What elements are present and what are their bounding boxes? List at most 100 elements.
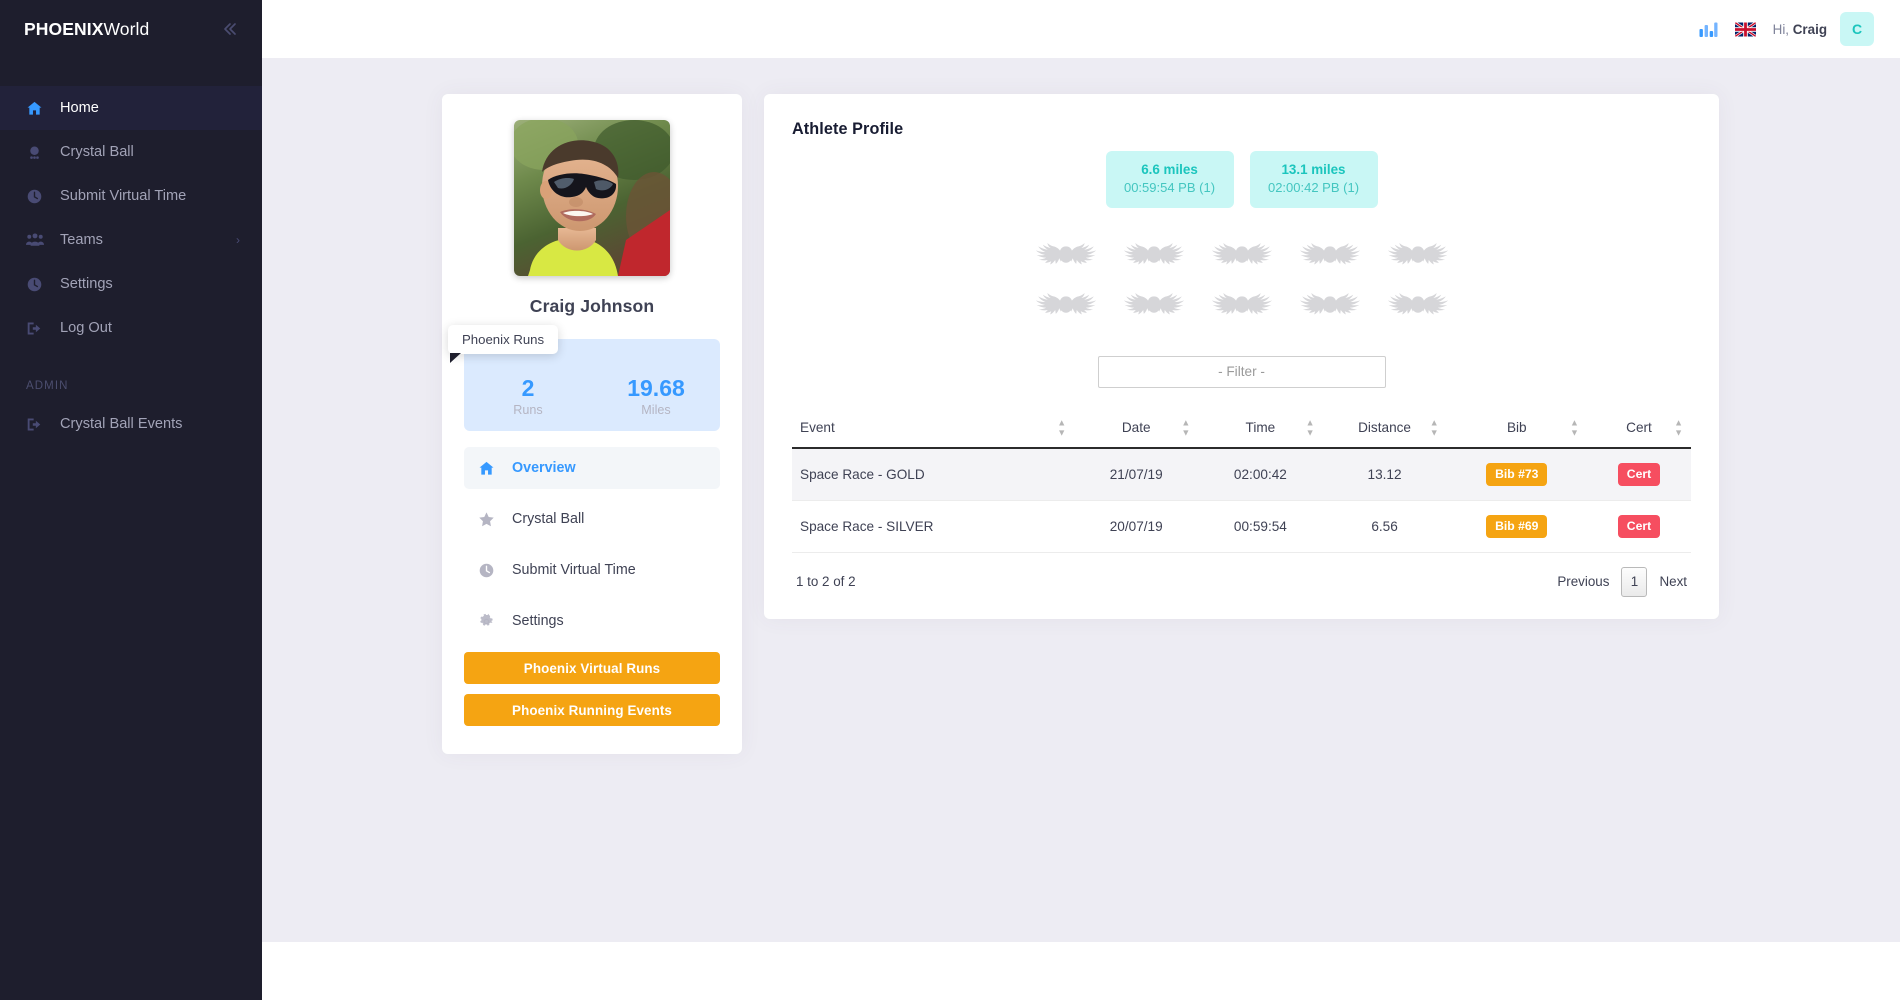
athlete-name: Craig Johnson (529, 296, 655, 316)
brand-bold: PHOENIX (24, 18, 104, 39)
pb-distance: 13.1 miles (1281, 162, 1346, 177)
col-header-bib[interactable]: Bib ▲ ▼ (1446, 409, 1587, 449)
pb-badge[interactable]: 6.6 miles 00:59:54 PB (1) (1105, 151, 1234, 208)
col-header-cert[interactable]: Cert ▲ ▼ (1586, 409, 1691, 449)
greeting: Hi, Craig C (1773, 12, 1874, 46)
pb-badge-list: 6.6 miles 00:59:54 PB (1) 13.1 miles 02:… (792, 151, 1691, 208)
col-header-distance[interactable]: Distance ▲ ▼ (1322, 409, 1447, 449)
sidebar-item-crystal-ball[interactable]: Crystal Ball (0, 130, 262, 174)
phoenix-badge[interactable] (1208, 284, 1276, 328)
table-body: Space Race - GOLD 21/07/19 02:00:42 13.1… (792, 447, 1691, 553)
table-row[interactable]: Space Race - GOLD 21/07/19 02:00:42 13.1… (792, 447, 1691, 501)
pager-info: 1 to 2 of 2 (796, 574, 856, 590)
sort-icon: ▲ ▼ (1570, 417, 1579, 438)
phoenix-wings-icon (1123, 292, 1184, 317)
col-header-label: Date (1121, 419, 1151, 435)
chevrons-left-icon[interactable] (220, 19, 240, 39)
col-header-label: Bib (1506, 419, 1527, 435)
phoenix-wings-icon (1123, 242, 1184, 267)
cell-date: 20/07/19 (1074, 500, 1199, 553)
cell-date: 21/07/19 (1074, 447, 1199, 501)
sidebar-item-log-out[interactable]: Log Out (0, 306, 262, 350)
sidebar-item-label: Teams (60, 232, 103, 248)
phoenix-wings-icon (1387, 292, 1448, 317)
star-icon (478, 511, 504, 528)
stat-value: 2 (521, 374, 535, 401)
greeting-name: Craig (1792, 21, 1827, 37)
profile-menu-label: Settings (512, 613, 564, 629)
col-header-label: Cert (1626, 419, 1652, 435)
table-header-row: Event ▲ ▼ Date ▲ ▼ Time ▲ ▼ Distance ▲ ▼… (792, 409, 1691, 449)
sidebar-item-label: Log Out (60, 320, 112, 336)
crystal-ball-icon (26, 144, 52, 161)
search-input[interactable] (1097, 355, 1386, 388)
profile-menu-item-submit-virtual-time[interactable]: Submit Virtual Time (464, 549, 720, 591)
bib-badge[interactable]: Bib #69 (1486, 514, 1548, 538)
sidebar-item-teams[interactable]: Teams › (0, 218, 262, 262)
pagination: Previous 1 Next (1557, 566, 1687, 597)
phoenix-badge[interactable] (1032, 234, 1100, 278)
results-table: Event ▲ ▼ Date ▲ ▼ Time ▲ ▼ Distance ▲ ▼… (792, 409, 1691, 553)
sidebar-item-label: Settings (60, 276, 113, 292)
sidebar-item-submit-virtual-time[interactable]: Submit Virtual Time (0, 174, 262, 218)
col-header-time[interactable]: Time ▲ ▼ (1198, 409, 1323, 449)
profile-menu-item-crystal-ball[interactable]: Crystal Ball (464, 498, 720, 540)
profile-menu-item-settings[interactable]: Settings (464, 600, 720, 642)
pagination-page-1[interactable]: 1 (1621, 566, 1648, 597)
sidebar: PHOENIXWorld Home Crystal Ball Submit Vi… (0, 0, 262, 1000)
sidebar-item-home[interactable]: Home (0, 86, 262, 130)
avatar[interactable]: C (1840, 12, 1874, 46)
pb-distance: 6.6 miles (1141, 162, 1198, 177)
bib-badge[interactable]: Bib #73 (1486, 462, 1548, 486)
phoenix-badge[interactable] (1384, 234, 1452, 278)
cert-badge[interactable]: Cert (1617, 514, 1661, 538)
sidebar-item-label: Crystal Ball Events (60, 416, 183, 432)
sort-icon: ▲ ▼ (1674, 417, 1683, 438)
users-icon (26, 231, 52, 249)
app-root: PHOENIXWorld Home Crystal Ball Submit Vi… (0, 0, 1900, 1000)
col-header-label: Distance (1358, 419, 1411, 435)
stat-label: Miles (641, 403, 671, 417)
pagination-previous[interactable]: Previous (1557, 574, 1609, 589)
uk-flag-icon[interactable] (1734, 21, 1756, 37)
phoenix-badge[interactable] (1384, 284, 1452, 328)
phoenix-badge[interactable] (1296, 284, 1364, 328)
phoenix-wings-icon (1035, 292, 1096, 317)
col-header-date[interactable]: Date ▲ ▼ (1074, 409, 1199, 449)
phoenix-virtual-runs-button[interactable]: Phoenix Virtual Runs (464, 652, 720, 684)
phoenix-badge[interactable] (1120, 234, 1188, 278)
phoenix-badge[interactable] (1120, 284, 1188, 328)
sidebar-section-admin: ADMIN (26, 380, 69, 392)
logout-icon (26, 416, 52, 433)
athlete-profile-panel: Athlete Profile 6.6 miles 00:59:54 PB (1… (764, 94, 1719, 619)
logout-icon (26, 320, 52, 337)
sidebar-item-crystal-ball-events[interactable]: Crystal Ball Events (0, 402, 262, 446)
topbar: Hi, Craig C (262, 0, 1900, 58)
tooltip-phoenix-runs: Phoenix Runs (448, 325, 559, 363)
stat-value: 19.68 (627, 374, 685, 401)
phoenix-badge[interactable] (1296, 234, 1364, 278)
athlete-photo (514, 120, 670, 276)
home-icon (478, 460, 504, 477)
pagination-next[interactable]: Next (1659, 574, 1687, 589)
col-header-event[interactable]: Event ▲ ▼ (792, 409, 1075, 449)
cert-badge[interactable]: Cert (1617, 462, 1661, 486)
cell-time: 00:59:54 (1198, 500, 1323, 553)
phoenix-running-events-button[interactable]: Phoenix Running Events (464, 694, 720, 726)
table-row[interactable]: Space Race - SILVER 20/07/19 00:59:54 6.… (792, 500, 1691, 553)
cell-event: Space Race - GOLD (792, 447, 1075, 501)
main-region: Hi, Craig C Craig Johnson Phoenix Runs 2… (262, 0, 1900, 1000)
pb-badge[interactable]: 13.1 miles 02:00:42 PB (1) (1249, 151, 1378, 208)
sidebar-item-label: Home (60, 100, 99, 116)
phoenix-wings-icon (1211, 292, 1272, 317)
phoenix-badge[interactable] (1208, 234, 1276, 278)
cell-bib: Bib #69 (1446, 500, 1587, 553)
clock-icon (26, 188, 52, 205)
brand-logo[interactable]: PHOENIXWorld (24, 19, 149, 40)
phoenix-badge[interactable] (1032, 284, 1100, 328)
sidebar-item-settings[interactable]: Settings (0, 262, 262, 306)
col-header-label: Event (800, 419, 835, 435)
bar-chart-icon[interactable] (1699, 21, 1718, 38)
home-icon (26, 100, 52, 117)
profile-menu-item-overview[interactable]: Overview (464, 447, 720, 489)
